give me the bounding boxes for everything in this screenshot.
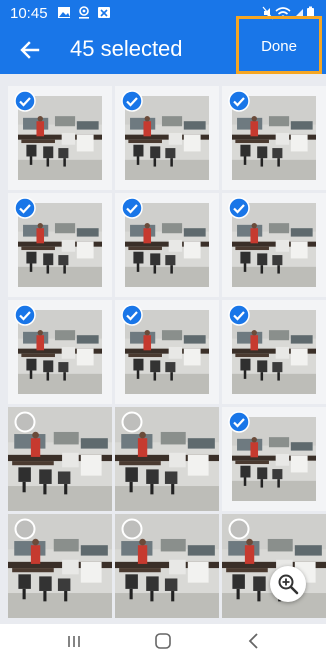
back-icon[interactable]: [242, 630, 266, 652]
status-time: 10:45: [10, 5, 48, 22]
checkmark-selected-icon[interactable]: [228, 90, 250, 112]
checkmark-selected-icon[interactable]: [121, 304, 143, 326]
arrow-left-icon[interactable]: [14, 34, 46, 66]
photo-grid: [0, 74, 326, 624]
photo-thumbnail[interactable]: [8, 300, 112, 404]
notification-x-icon: [98, 7, 110, 18]
location-icon: [79, 6, 89, 19]
recent-apps-icon[interactable]: [62, 630, 86, 652]
unselected-circle-icon[interactable]: [228, 518, 250, 540]
photo-thumbnail[interactable]: [8, 193, 112, 297]
photo-thumbnail[interactable]: [115, 300, 219, 404]
checkmark-selected-icon[interactable]: [14, 304, 36, 326]
photo-thumbnail[interactable]: [222, 514, 326, 618]
photo-thumbnail[interactable]: [8, 86, 112, 190]
checkmark-selected-icon[interactable]: [14, 197, 36, 219]
photo-thumbnail[interactable]: [115, 86, 219, 190]
done-button[interactable]: Done: [236, 16, 322, 74]
unselected-circle-icon[interactable]: [14, 518, 36, 540]
zoom-in-button[interactable]: [270, 566, 306, 602]
system-nav-bar: [0, 624, 326, 656]
unselected-circle-icon[interactable]: [121, 518, 143, 540]
photo-thumbnail[interactable]: [8, 407, 112, 511]
checkmark-selected-icon[interactable]: [228, 197, 250, 219]
photo-thumbnail[interactable]: [222, 300, 326, 404]
checkmark-selected-icon[interactable]: [14, 90, 36, 112]
photo-thumbnail[interactable]: [115, 193, 219, 297]
photo-thumbnail[interactable]: [8, 514, 112, 618]
photo-thumbnail[interactable]: [222, 193, 326, 297]
photo-thumbnail[interactable]: [115, 514, 219, 618]
photo-thumbnail[interactable]: [222, 407, 326, 511]
checkmark-selected-icon[interactable]: [228, 411, 250, 433]
zoom-in-icon: [278, 574, 299, 595]
app-bar: 45 selected Done: [0, 16, 326, 74]
photo-thumbnail[interactable]: [222, 86, 326, 190]
photo-thumbnail[interactable]: [115, 407, 219, 511]
checkmark-selected-icon[interactable]: [121, 197, 143, 219]
unselected-circle-icon[interactable]: [14, 411, 36, 433]
selection-count-title: 45 selected: [70, 36, 183, 61]
checkmark-selected-icon[interactable]: [121, 90, 143, 112]
gallery-icon: [58, 7, 70, 18]
checkmark-selected-icon[interactable]: [228, 304, 250, 326]
home-icon[interactable]: [151, 630, 175, 652]
unselected-circle-icon[interactable]: [121, 411, 143, 433]
